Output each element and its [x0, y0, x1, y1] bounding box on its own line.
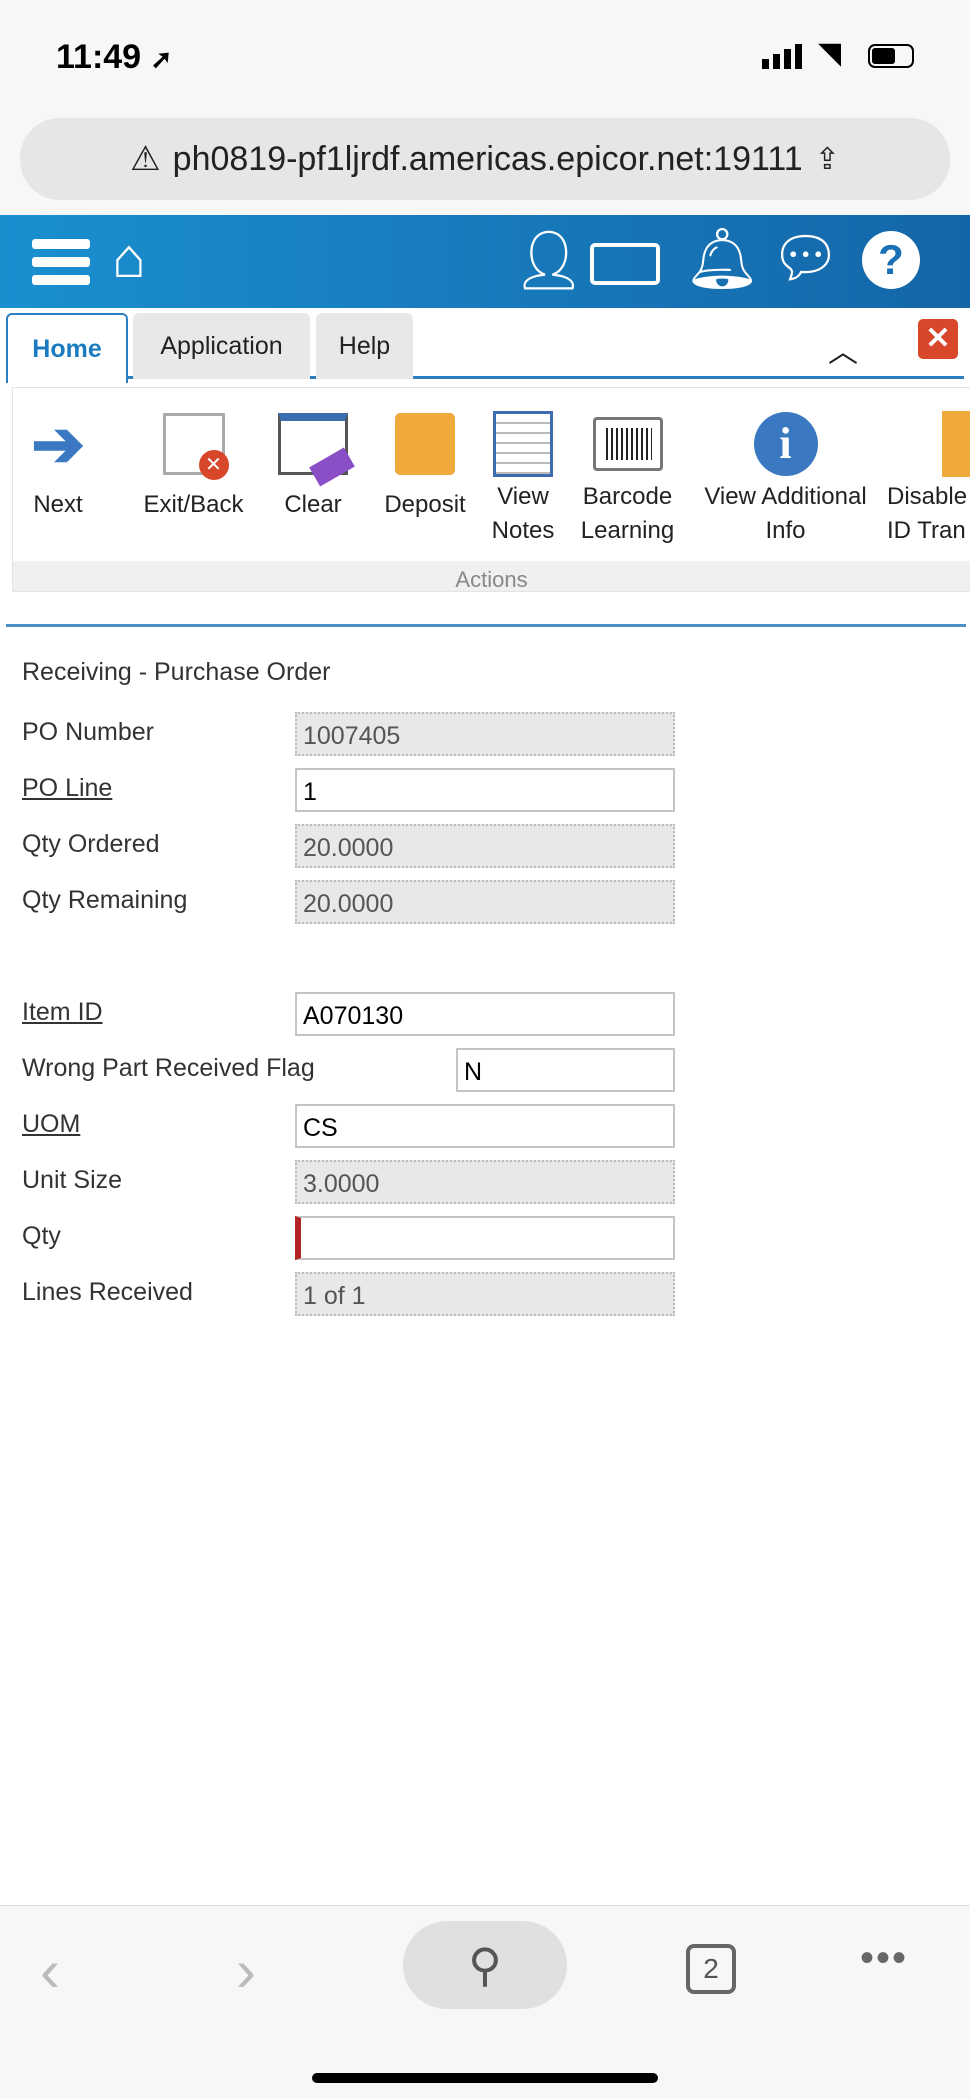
help-icon[interactable]: ?: [862, 231, 920, 289]
unit-size-field: 3.0000: [295, 1160, 675, 1204]
po-number-label: PO Number: [22, 718, 154, 746]
status-bar: 11:49 ➚ ◥: [0, 0, 970, 110]
forward-icon[interactable]: ›: [236, 1936, 256, 2005]
uom-label[interactable]: UOM: [22, 1110, 80, 1139]
user-icon[interactable]: 👤︎: [512, 227, 586, 295]
item-id-label[interactable]: Item ID: [22, 998, 103, 1027]
clock: 11:49 ➚: [56, 38, 173, 76]
info-icon: i: [751, 408, 821, 480]
barcode-learning-button[interactable]: Barcode Learning: [575, 408, 680, 548]
tabs-button[interactable]: 2: [686, 1944, 736, 1994]
tab-help[interactable]: Help: [316, 313, 413, 379]
qty-remaining-label: Qty Remaining: [22, 886, 188, 914]
url-text: ph0819-pf1ljrdf.americas.epicor.net:1911…: [172, 139, 803, 178]
form-title: Receiving - Purchase Order: [22, 658, 331, 686]
close-button[interactable]: ✕: [918, 319, 958, 359]
eraser-icon: [278, 408, 355, 487]
keyboard-icon[interactable]: [590, 243, 660, 285]
battery-icon: [868, 44, 914, 68]
signal-icon: [762, 44, 802, 69]
barcode-icon: [592, 408, 663, 480]
warning-icon: ⚠: [130, 140, 161, 178]
actions-group-label: Actions: [13, 561, 970, 591]
deposit-icon: [390, 408, 460, 480]
ribbon-tabs: Home Application Help ︿ ✕: [6, 313, 964, 383]
view-notes-button[interactable]: View Notes: [483, 408, 563, 548]
uom-input[interactable]: CS: [295, 1104, 675, 1148]
qty-ordered-field: 20.0000: [295, 824, 675, 868]
exit-back-button[interactable]: ✕ Exit/Back: [131, 408, 256, 522]
back-icon[interactable]: ‹: [40, 1936, 60, 2005]
qty-input[interactable]: [295, 1216, 675, 1260]
wrong-part-flag-input[interactable]: N: [456, 1048, 675, 1092]
hamburger-menu-icon[interactable]: [32, 239, 90, 285]
deposit-button[interactable]: Deposit: [375, 408, 475, 522]
notes-icon: [488, 408, 558, 480]
share-icon[interactable]: ⇪: [815, 142, 840, 177]
time-text: 11:49: [56, 38, 142, 76]
bell-icon[interactable]: 🔔︎: [684, 223, 760, 294]
collapse-ribbon-icon[interactable]: ︿: [828, 327, 858, 371]
app-header: ⌂ 👤︎ 🔔︎ 💬︎ ?: [0, 215, 970, 308]
search-button[interactable]: ⚲: [403, 1921, 567, 2009]
ribbon-actions: ➔ Next ✕ Exit/Back Clear Deposit View Note…: [12, 387, 970, 592]
address-bar[interactable]: ⚠ ph0819-pf1ljrdf.americas.epicor.net:19…: [20, 118, 950, 200]
tab-home[interactable]: Home: [6, 313, 128, 383]
more-icon[interactable]: •••: [860, 1936, 908, 1981]
po-line-label[interactable]: PO Line: [22, 774, 112, 803]
qty-label: Qty: [22, 1222, 61, 1250]
po-line-input[interactable]: 1: [295, 768, 675, 812]
wrong-part-flag-label: Wrong Part Received Flag: [22, 1054, 315, 1082]
clear-button[interactable]: Clear: [268, 408, 358, 522]
disable-id-tran-button[interactable]: Disable ID Tran: [887, 408, 970, 548]
scroll-icon: [942, 408, 970, 480]
tab-count: 2: [703, 1953, 719, 1984]
tab-application[interactable]: Application: [133, 313, 310, 379]
exit-icon: ✕: [159, 408, 229, 480]
home-indicator: [312, 2073, 658, 2083]
unit-size-label: Unit Size: [22, 1166, 123, 1194]
wifi-icon: ◥: [818, 37, 842, 70]
po-number-field: 1007405: [295, 712, 675, 756]
divider: [6, 624, 966, 627]
browser-toolbar: ‹ › ⚲ 2 •••: [0, 1905, 970, 2099]
qty-ordered-label: Qty Ordered: [22, 830, 160, 858]
arrow-right-icon: ➔: [31, 408, 85, 480]
chat-icon[interactable]: 💬︎: [770, 225, 841, 291]
lines-received-field: 1 of 1: [295, 1272, 675, 1316]
qty-remaining-field: 20.0000: [295, 880, 675, 924]
next-button[interactable]: ➔ Next: [23, 408, 93, 522]
view-additional-info-button[interactable]: i View Additional Info: [693, 408, 878, 548]
item-id-input[interactable]: A070130: [295, 992, 675, 1036]
home-icon[interactable]: ⌂: [112, 225, 146, 290]
lines-received-label: Lines Received: [22, 1278, 193, 1306]
